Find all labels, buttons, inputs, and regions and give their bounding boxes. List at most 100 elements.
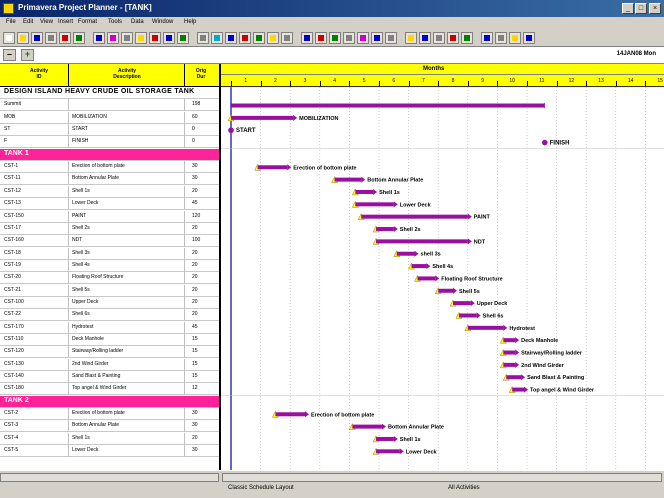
toolbar-tool-icon[interactable] xyxy=(315,32,327,44)
activity-row[interactable]: CST-17 Shell 2s 20 xyxy=(0,222,219,235)
activity-row[interactable]: CST-160 NDT 100 xyxy=(0,235,219,248)
toolbar-tool-icon[interactable] xyxy=(495,32,507,44)
task-bar[interactable] xyxy=(257,165,288,170)
activity-row[interactable]: CST-4 Shell 1s 20 xyxy=(0,432,219,445)
activity-row[interactable]: CST-21 Shell 5s 20 xyxy=(0,284,219,297)
toolbar-tool-icon[interactable] xyxy=(107,32,119,44)
task-bar[interactable] xyxy=(376,436,394,441)
task-bar[interactable] xyxy=(467,325,504,330)
toolbar-tool-icon[interactable] xyxy=(357,32,369,44)
activity-row[interactable]: CST-140 Sand Blast & Painting 15 xyxy=(0,371,219,384)
activity-row[interactable]: ST START 0 xyxy=(0,124,219,137)
activity-row[interactable]: CST-19 Shell 4s 20 xyxy=(0,259,219,272)
cancel-edit-button[interactable]: – xyxy=(3,49,16,61)
gantt-horizontal-scrollbar[interactable] xyxy=(222,473,662,482)
activity-row[interactable]: CST-22 Shell 6s 20 xyxy=(0,309,219,322)
activity-row[interactable]: CST-11 Bottom Annular Plate 30 xyxy=(0,173,219,186)
toolbar-tool-icon[interactable] xyxy=(419,32,431,44)
col-orig-dur-header[interactable]: Orig Dur xyxy=(186,68,216,80)
menu-item-format[interactable]: Format xyxy=(78,19,97,25)
activity-row[interactable]: F FINISH 0 xyxy=(0,136,219,149)
activity-row[interactable]: CST-150 PAINT 120 xyxy=(0,210,219,223)
toolbar-tool-icon[interactable] xyxy=(433,32,445,44)
activity-row[interactable]: CST-180 Top angel & Wind Girder 12 xyxy=(0,383,219,396)
project-row[interactable]: DESIGN ISLAND HEAVY CRUDE OIL STORAGE TA… xyxy=(0,87,219,99)
toolbar-tool-icon[interactable] xyxy=(59,32,71,44)
toolbar-tool-icon[interactable] xyxy=(405,32,417,44)
task-bar[interactable] xyxy=(411,264,427,269)
activity-row[interactable]: Summit 198 xyxy=(0,99,219,112)
menu-item-data[interactable]: Data xyxy=(131,19,144,25)
activity-row[interactable]: CST-18 Shell 3s 20 xyxy=(0,247,219,260)
col-activity-id-header[interactable]: Activity ID xyxy=(14,68,64,80)
menu-item-window[interactable]: Window xyxy=(152,19,173,25)
toolbar-tool-icon[interactable] xyxy=(509,32,521,44)
task-bar[interactable] xyxy=(458,313,477,318)
toolbar-tool-icon[interactable] xyxy=(197,32,209,44)
menu-item-insert[interactable]: Insert xyxy=(58,19,73,25)
toolbar-tool-icon[interactable] xyxy=(3,32,15,44)
toolbar-tool-icon[interactable] xyxy=(447,32,459,44)
toolbar-tool-icon[interactable] xyxy=(17,32,29,44)
activity-row[interactable]: CST-12 Shell 1s 20 xyxy=(0,185,219,198)
task-bar[interactable] xyxy=(396,251,415,256)
toolbar-tool-icon[interactable] xyxy=(253,32,265,44)
activity-row[interactable]: CST-2 Erection of bottom plate 30 xyxy=(0,408,219,421)
toolbar-tool-icon[interactable] xyxy=(461,32,473,44)
task-bar[interactable] xyxy=(352,424,382,429)
summary-bar[interactable] xyxy=(231,103,545,108)
task-bar[interactable] xyxy=(275,412,305,417)
toolbar-tool-icon[interactable] xyxy=(31,32,43,44)
minimize-button[interactable]: _ xyxy=(622,3,634,14)
task-bar[interactable] xyxy=(512,387,525,392)
toolbar-tool-icon[interactable] xyxy=(73,32,85,44)
task-bar[interactable] xyxy=(355,202,394,207)
toolbar-tool-icon[interactable] xyxy=(121,32,133,44)
menu-item-file[interactable]: File xyxy=(6,19,16,25)
task-bar[interactable] xyxy=(503,338,516,343)
toolbar-tool-icon[interactable] xyxy=(239,32,251,44)
toolbar-tool-icon[interactable] xyxy=(523,32,535,44)
col-activity-description-header[interactable]: Activity Description xyxy=(72,68,182,80)
activity-row[interactable]: MOB MOBILIZATION 60 xyxy=(0,111,219,124)
toolbar-tool-icon[interactable] xyxy=(45,32,57,44)
toolbar-tool-icon[interactable] xyxy=(385,32,397,44)
toolbar-tool-icon[interactable] xyxy=(93,32,105,44)
task-bar[interactable] xyxy=(376,227,394,232)
toolbar-tool-icon[interactable] xyxy=(225,32,237,44)
toolbar-tool-icon[interactable] xyxy=(343,32,355,44)
task-bar[interactable] xyxy=(355,189,374,194)
activity-row[interactable]: CST-130 2nd Wind Girder 15 xyxy=(0,358,219,371)
task-bar[interactable] xyxy=(334,177,362,182)
menu-item-view[interactable]: View xyxy=(40,19,53,25)
toolbar-tool-icon[interactable] xyxy=(163,32,175,44)
activity-row[interactable]: CST-13 Lower Deck 45 xyxy=(0,198,219,211)
activity-row[interactable]: CST-110 Deck Manhole 15 xyxy=(0,334,219,346)
task-bar[interactable] xyxy=(503,350,516,355)
activity-row[interactable]: CST-20 Floating Roof Structure 20 xyxy=(0,272,219,285)
toolbar-tool-icon[interactable] xyxy=(281,32,293,44)
toolbar-tool-icon[interactable] xyxy=(481,32,493,44)
activity-row[interactable]: CST-120 Stairway/Rolling ladder 15 xyxy=(0,346,219,359)
activity-row[interactable]: CST-1 Erection of bottom plate 30 xyxy=(0,161,219,174)
toolbar-tool-icon[interactable] xyxy=(149,32,161,44)
task-bar[interactable] xyxy=(376,239,468,244)
app-icon[interactable] xyxy=(3,3,14,14)
toolbar-tool-icon[interactable] xyxy=(329,32,341,44)
menu-item-tools[interactable]: Tools xyxy=(108,19,122,25)
accept-edit-button[interactable]: + xyxy=(21,49,34,61)
activity-row[interactable]: CST-3 Bottom Annular Plate 30 xyxy=(0,420,219,433)
section-row[interactable]: TANK 1 xyxy=(0,148,219,161)
toolbar-tool-icon[interactable] xyxy=(211,32,223,44)
section-row[interactable]: TANK 2 xyxy=(0,395,219,408)
task-bar[interactable] xyxy=(453,301,471,306)
toolbar-tool-icon[interactable] xyxy=(371,32,383,44)
toolbar-tool-icon[interactable] xyxy=(301,32,313,44)
menu-item-edit[interactable]: Edit xyxy=(23,19,33,25)
task-bar[interactable] xyxy=(376,449,400,454)
task-bar[interactable] xyxy=(361,214,468,219)
maximize-button[interactable]: □ xyxy=(635,3,647,14)
toolbar-tool-icon[interactable] xyxy=(177,32,189,44)
toolbar-tool-icon[interactable] xyxy=(135,32,147,44)
activity-row[interactable]: CST-5 Lower Deck 30 xyxy=(0,445,219,458)
